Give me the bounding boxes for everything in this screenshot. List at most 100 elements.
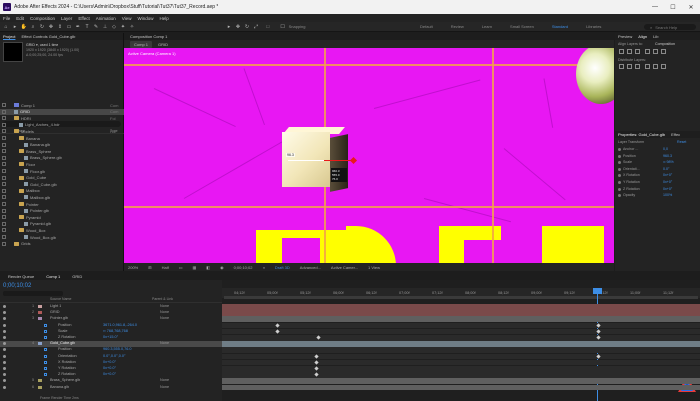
label-color-swatch[interactable]: [2, 241, 6, 246]
label-color-swatch[interactable]: [2, 129, 6, 134]
keyframe-icon[interactable]: [596, 329, 601, 334]
guide-line[interactable]: [124, 206, 614, 208]
hand-tool-icon[interactable]: ✋: [21, 24, 27, 30]
property-value[interactable]: 960.3,555.0,76.0: [103, 347, 132, 351]
timeline-property-row[interactable]: Position 960.3,555.0,76.0: [0, 347, 222, 353]
parent-dropdown[interactable]: None: [160, 316, 169, 320]
scale-3d-icon[interactable]: ⤢: [253, 24, 259, 30]
property-value[interactable]: 0x+0°: [663, 173, 672, 177]
distribute-top-icon[interactable]: [645, 64, 650, 69]
stopwatch-icon[interactable]: [44, 336, 47, 339]
property-value[interactable]: 960.3: [663, 154, 672, 158]
keyframe-icon[interactable]: [314, 353, 319, 359]
property-row[interactable]: Position 960.3: [615, 154, 700, 159]
property-track[interactable]: [222, 347, 700, 353]
eraser-tool-icon[interactable]: ◇: [111, 24, 117, 30]
label-color-swatch[interactable]: [2, 149, 6, 154]
layer-label-color[interactable]: [38, 342, 42, 346]
project-item[interactable]: Gold_Cube.glb: [0, 181, 124, 187]
label-color-swatch[interactable]: [2, 116, 6, 121]
guide-line[interactable]: [124, 64, 614, 66]
keyframe-icon[interactable]: [316, 335, 321, 340]
project-item[interactable]: Floor.glb: [0, 168, 124, 174]
timeline-layer-row[interactable]: 1 Light 1 None: [0, 304, 222, 310]
layer-duration-bar[interactable]: [222, 316, 700, 322]
project-item[interactable]: Pointer.glb: [0, 208, 124, 214]
align-middle-icon[interactable]: [653, 49, 658, 54]
timeline-property-row[interactable]: Position 3671.0,961.8,-264.0: [0, 323, 222, 329]
stamp-tool-icon[interactable]: ⊥: [102, 24, 108, 30]
project-item[interactable]: Mailbox.glb: [0, 194, 124, 200]
camera-dropdown[interactable]: Active Camer...: [331, 265, 358, 270]
keyframe-icon[interactable]: [314, 372, 319, 377]
layer-label-color[interactable]: [38, 311, 42, 315]
project-item[interactable]: Mailbox: [0, 188, 124, 194]
project-item[interactable]: Brass_Sphere.glb: [0, 155, 124, 161]
keyframe-toggle-icon[interactable]: [618, 174, 621, 178]
layer-duration-bar[interactable]: [222, 341, 700, 347]
menu-layer[interactable]: Layer: [61, 16, 72, 21]
tab-align[interactable]: Align: [638, 34, 647, 39]
column-parent-link[interactable]: Parent & Link: [152, 297, 173, 301]
property-track[interactable]: [222, 328, 700, 335]
zoom-tool-icon[interactable]: ⌕: [30, 24, 36, 30]
timeline-layer-row[interactable]: 6 Banana.glb None: [0, 385, 222, 391]
label-color-swatch[interactable]: [2, 235, 6, 239]
project-item[interactable]: Pyramid.glb: [0, 221, 124, 227]
zoom-dropdown[interactable]: 200%: [128, 265, 138, 270]
project-item[interactable]: Pointer: [0, 201, 124, 207]
align-bottom-icon[interactable]: [661, 49, 666, 54]
property-track[interactable]: [222, 335, 700, 341]
property-track[interactable]: [222, 322, 700, 329]
project-item[interactable]: Banana: [0, 135, 124, 141]
project-item[interactable]: Wood_Box.glb: [0, 234, 124, 240]
property-value[interactable]: 3671.0,961.8,-264.0: [103, 323, 137, 327]
workspace-learn[interactable]: Learn: [482, 24, 492, 29]
selection-tool-icon[interactable]: ▸: [12, 24, 18, 30]
project-item[interactable]: Floor: [0, 161, 124, 167]
keyframe-icon[interactable]: [314, 360, 319, 365]
property-value[interactable]: 0x+0.0°: [103, 360, 116, 364]
parent-dropdown[interactable]: None: [160, 385, 169, 389]
close-button[interactable]: ✕: [682, 0, 700, 14]
subtab-grid[interactable]: GRID: [158, 42, 168, 47]
label-color-swatch[interactable]: [2, 155, 6, 160]
keyframe-icon[interactable]: [596, 335, 601, 340]
align-to-dropdown[interactable]: Composition: [655, 42, 675, 46]
tab-render-queue[interactable]: Render Queue: [8, 274, 34, 279]
project-item[interactable]: Models Fol: [0, 128, 124, 134]
pan-tool-icon[interactable]: ✥: [48, 24, 54, 30]
label-color-swatch[interactable]: [2, 208, 6, 213]
timeline-property-row[interactable]: Y Rotation 0x+0.0°: [0, 366, 222, 372]
visibility-eye-icon[interactable]: [3, 317, 6, 321]
dolly-tool-icon[interactable]: ⇕: [57, 24, 63, 30]
stopwatch-icon[interactable]: [44, 348, 47, 352]
layer-label-color[interactable]: [38, 379, 42, 383]
rectangle-tool-icon[interactable]: ▭: [66, 24, 72, 30]
advanced-button[interactable]: Advanced...: [300, 265, 321, 270]
align-right-icon[interactable]: [635, 49, 640, 54]
region-icon[interactable]: ▭: [179, 265, 183, 270]
brush-tool-icon[interactable]: ✎: [93, 24, 99, 30]
gizmo-arrow-icon[interactable]: [349, 156, 358, 165]
mask-visibility-icon[interactable]: ◧: [206, 265, 210, 270]
layer-duration-bar[interactable]: [222, 384, 700, 391]
tab-effect-controls[interactable]: Effect Controls Gold_Cube.glb: [21, 34, 75, 39]
keyframe-icon[interactable]: [596, 353, 601, 359]
maximize-button[interactable]: ☐: [664, 0, 682, 14]
reset-button[interactable]: Reset: [677, 140, 686, 144]
subtab-comp-1[interactable]: Comp 1: [130, 40, 153, 48]
property-value[interactable]: 0,0: [663, 147, 668, 151]
roto-tool-icon[interactable]: ✦: [120, 24, 126, 30]
keyframe-icon[interactable]: [275, 322, 280, 328]
select-3d-icon[interactable]: ▸: [226, 24, 232, 30]
menu-view[interactable]: View: [122, 16, 132, 21]
menu-help[interactable]: Help: [159, 16, 168, 21]
parent-dropdown[interactable]: None: [160, 341, 169, 345]
project-item[interactable]: Comp 1 Com: [0, 102, 124, 108]
tab-libraries[interactable]: Lib: [653, 34, 658, 39]
tab-comp-1[interactable]: Comp 1: [46, 274, 60, 279]
pen-tool-icon[interactable]: ✒: [75, 24, 81, 30]
keyframe-toggle-icon[interactable]: [618, 194, 621, 198]
property-row[interactable]: Y Rotation 0x+0°: [615, 180, 700, 185]
